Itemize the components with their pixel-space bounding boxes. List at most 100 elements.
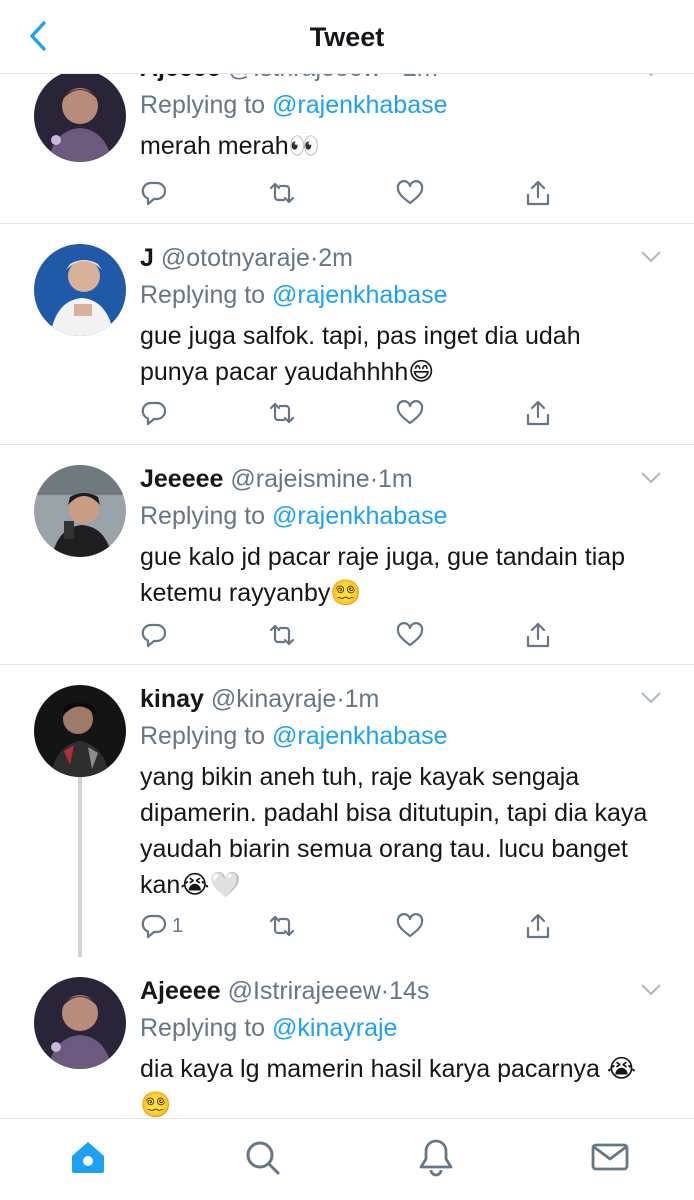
avatar[interactable] xyxy=(34,74,126,162)
retweet-button[interactable] xyxy=(268,911,296,941)
tab-messages[interactable] xyxy=(590,1137,630,1177)
timestamp: 1m xyxy=(378,465,413,493)
bottom-tab-bar xyxy=(0,1118,694,1200)
tweet-2[interactable]: Jeeeee @rajeismine·1m Replying to @rajen… xyxy=(0,445,694,665)
tweet-actions xyxy=(140,178,560,208)
retweet-button[interactable] xyxy=(268,398,296,428)
timestamp: 1m xyxy=(344,685,380,713)
thread-connector xyxy=(78,777,82,957)
tab-notifications[interactable] xyxy=(416,1137,456,1177)
search-icon[interactable] xyxy=(242,1137,282,1177)
tweet-meta: Ajeeee @Istrirajeeew · 2m xyxy=(140,74,654,84)
replying-to-label: Replying to xyxy=(140,1014,273,1042)
share-button[interactable] xyxy=(524,620,552,650)
home-icon[interactable] xyxy=(68,1137,108,1177)
retweet-button[interactable] xyxy=(268,178,296,208)
reply-icon xyxy=(140,399,168,427)
reply-button[interactable] xyxy=(140,620,168,650)
like-button[interactable] xyxy=(396,620,424,650)
share-icon xyxy=(524,399,552,427)
tweet-1[interactable]: J @ototnyaraje·2m Replying to @rajenkhab… xyxy=(0,224,694,445)
display-name[interactable]: Ajeeee xyxy=(140,977,221,1005)
replying-to: Replying to @rajenkhabase xyxy=(140,719,654,753)
like-button[interactable] xyxy=(396,398,424,428)
retweet-icon xyxy=(268,179,296,207)
tweet-4[interactable]: Ajeeee @Istrirajeeew·14s Replying to @ki… xyxy=(0,957,694,1118)
share-button[interactable] xyxy=(524,398,552,428)
tweet-text: yang bikin aneh tuh, raje kayak sengaja … xyxy=(140,763,648,899)
tweet-text: gue kalo jd pacar raje juga, gue tandain… xyxy=(140,543,626,607)
separator-dot: · xyxy=(380,977,390,1005)
replies-feed[interactable]: Ajeeee @Istrirajeeew · 2m Replying to @r… xyxy=(0,74,694,1118)
timestamp: 2m xyxy=(403,74,438,82)
chevron-down-icon[interactable] xyxy=(640,691,662,705)
tweet-3[interactable]: kinay @kinayraje·1m Replying to @rajenkh… xyxy=(0,665,694,957)
retweet-icon xyxy=(268,621,296,649)
tweet-meta: J @ototnyaraje·2m xyxy=(140,242,654,274)
tweet-text: gue juga salfok. tapi, pas inget dia uda… xyxy=(140,322,581,386)
replying-to-label: Replying to xyxy=(140,502,273,530)
user-handle[interactable]: @ototnyaraje xyxy=(161,244,310,272)
avatar[interactable] xyxy=(34,244,126,336)
reply-icon xyxy=(140,179,168,207)
reply-icon xyxy=(140,912,168,940)
user-handle[interactable]: @Istrirajeeew xyxy=(228,977,381,1005)
user-handle[interactable]: @Istrirajeeew xyxy=(228,74,381,82)
replying-to: Replying to @rajenkhabase xyxy=(140,499,654,533)
replying-to-label: Replying to xyxy=(140,281,273,309)
chevron-down-icon[interactable] xyxy=(640,74,662,78)
reply-button[interactable] xyxy=(140,398,168,428)
reply-button[interactable] xyxy=(140,178,168,208)
chevron-down-icon[interactable] xyxy=(640,250,662,264)
tweet-0[interactable]: Ajeeee @Istrirajeeew · 2m Replying to @r… xyxy=(0,74,694,224)
replying-to-label: Replying to xyxy=(140,91,273,119)
replying-to: Replying to @kinayraje xyxy=(140,1011,654,1045)
tweet-meta: kinay @kinayraje·1m xyxy=(140,683,654,715)
mention-link[interactable]: @kinayraje xyxy=(272,1014,397,1042)
replying-to-label: Replying to xyxy=(140,722,273,750)
retweet-button[interactable] xyxy=(268,620,296,650)
heart-icon xyxy=(396,399,424,427)
replying-to: Replying to @rajenkhabase xyxy=(140,88,654,122)
chevron-down-icon[interactable] xyxy=(640,983,662,997)
avatar[interactable] xyxy=(34,685,126,777)
like-button[interactable] xyxy=(396,911,424,941)
display-name[interactable]: Ajeeee xyxy=(140,74,221,82)
bell-icon[interactable] xyxy=(416,1137,456,1177)
top-bar: Tweet xyxy=(0,0,694,74)
mention-link[interactable]: @rajenkhabase xyxy=(272,91,448,119)
tweet-meta: Jeeeee @rajeismine·1m xyxy=(140,463,654,495)
separator-dot: · xyxy=(369,465,379,493)
retweet-icon xyxy=(268,912,296,940)
share-icon xyxy=(524,179,552,207)
mail-icon[interactable] xyxy=(590,1137,630,1177)
heart-icon xyxy=(396,912,424,940)
reply-button[interactable]: 1 xyxy=(140,911,183,941)
tab-search[interactable] xyxy=(242,1137,282,1177)
mention-link[interactable]: @rajenkhabase xyxy=(272,281,448,309)
separator-dot: · xyxy=(388,74,396,82)
display-name[interactable]: kinay xyxy=(140,685,204,713)
tweet-text: dia kaya lg mamerin hasil karya pacarnya… xyxy=(140,1055,637,1118)
share-icon xyxy=(524,912,552,940)
mention-link[interactable]: @rajenkhabase xyxy=(272,722,448,750)
tab-home[interactable] xyxy=(68,1137,108,1177)
avatar[interactable] xyxy=(34,977,126,1069)
display-name[interactable]: J xyxy=(140,244,154,272)
timestamp: 14s xyxy=(389,977,430,1005)
reply-icon xyxy=(140,621,168,649)
tweet-actions: 1 xyxy=(140,911,560,941)
user-handle[interactable]: @kinayraje xyxy=(211,685,336,713)
like-button[interactable] xyxy=(396,178,424,208)
replying-to: Replying to @rajenkhabase xyxy=(140,278,654,312)
tweet-actions xyxy=(140,398,560,428)
user-handle[interactable]: @rajeismine xyxy=(230,465,369,493)
reply-count: 1 xyxy=(172,914,184,937)
chevron-down-icon[interactable] xyxy=(640,471,662,485)
share-button[interactable] xyxy=(524,178,552,208)
share-button[interactable] xyxy=(524,911,552,941)
mention-link[interactable]: @rajenkhabase xyxy=(272,502,448,530)
avatar[interactable] xyxy=(34,465,126,557)
heart-icon xyxy=(396,621,424,649)
display-name[interactable]: Jeeeee xyxy=(140,465,223,493)
